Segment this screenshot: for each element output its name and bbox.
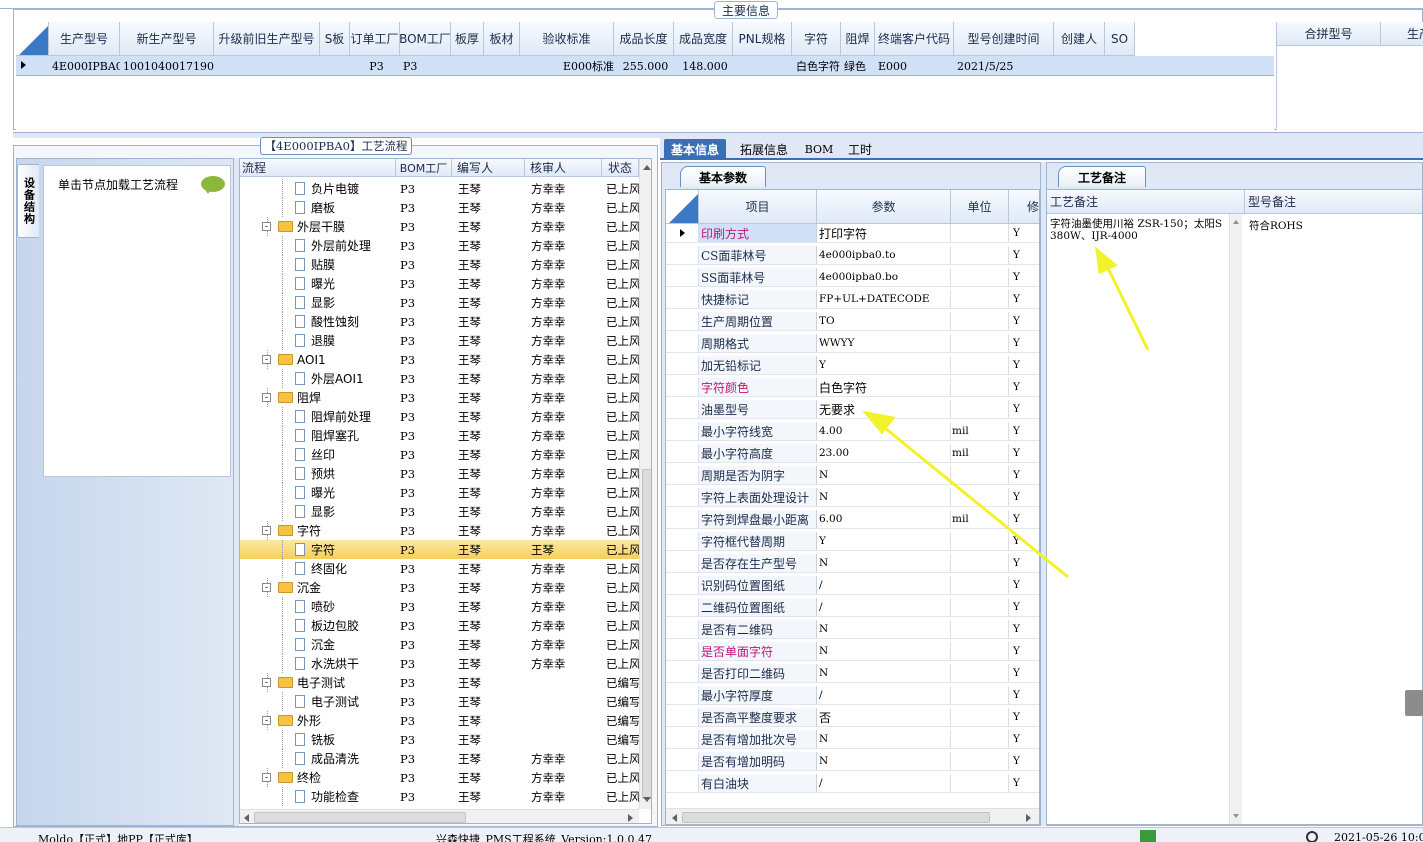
annotation-arrows: [862, 246, 1150, 579]
tray-icons: [1140, 830, 1290, 842]
status-time: 2021-05-26 10:0: [1334, 831, 1423, 842]
annotation-arrow-ink: [862, 246, 1150, 579]
clock-icon: [1306, 831, 1318, 842]
status-bar: Moldo【正式】地PP【正式库】 兴森快捷_PMS工程系统_Version:1…: [0, 827, 1423, 842]
status-center: 兴森快捷_PMS工程系统_Version:1.0.0.47: [436, 833, 652, 842]
status-left: Moldo【正式】地PP【正式库】: [38, 833, 198, 842]
